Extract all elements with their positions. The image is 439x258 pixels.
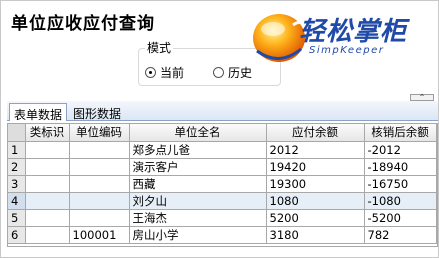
logo-subtitle: SimpKeeper [309,45,385,56]
mode-current-label: 当前 [160,66,185,80]
table-cell[interactable] [25,158,70,176]
column-header[interactable]: 单位编码 [69,124,130,142]
table-cell[interactable]: -18940 [364,158,437,176]
table-cell[interactable] [25,175,70,193]
table-cell[interactable] [69,192,130,210]
table-cell[interactable] [25,192,70,210]
radio-unchecked-icon [213,67,224,78]
table-cell[interactable] [25,209,70,227]
table-cell[interactable] [69,175,130,193]
row-number: 3 [8,175,26,193]
table-cell[interactable]: 演示客户 [129,158,267,176]
table-cell[interactable]: 782 [364,226,437,244]
row-number-header [8,124,26,142]
column-header[interactable]: 单位全名 [129,124,267,142]
mode-legend: 模式 [145,39,174,56]
table-cell[interactable]: -16750 [364,175,437,193]
page-title: 单位应收应付查询 [11,14,155,34]
column-header[interactable]: 应付余额 [266,124,365,142]
table-cell[interactable] [69,158,130,176]
table-cell[interactable] [25,226,70,244]
mode-current-radio[interactable]: 当前 [145,64,184,81]
table-cell[interactable]: -5200 [364,209,437,227]
tab-form-data[interactable]: 表单数据 [9,103,68,122]
column-header[interactable]: 类标识 [25,124,70,142]
query-window: 单位应收应付查询 模式 当前 历史 轻松掌柜 SimpKeeper ^ 表单数据… [0,0,439,258]
table-cell[interactable] [69,141,130,159]
table-cell[interactable]: 刘夕山 [129,192,267,210]
row-number: 6 [8,226,26,244]
table-cell[interactable]: 王海杰 [129,209,267,227]
logo-name: 轻松掌柜 [299,17,408,47]
table-cell[interactable]: -1080 [364,192,437,210]
radio-checked-icon [145,67,156,78]
table-cell[interactable]: 100001 [69,226,130,244]
table-row[interactable]: 1 郑多点儿爸 2012 -2012 [8,141,437,159]
tab-strip: 表单数据 图形数据 [7,101,438,122]
table-cell[interactable] [69,209,130,227]
table-cell[interactable]: 房山小学 [129,226,267,244]
table-cell[interactable]: 2012 [266,141,365,159]
collapse-button[interactable]: ^ [410,94,434,101]
table-header-row: 类标识 单位编码 单位全名 应付余额 核销后余额 [8,124,437,142]
table-row[interactable]: 5 王海杰 5200 -5200 [8,209,437,227]
table-cell[interactable]: 西藏 [129,175,267,193]
table-cell[interactable]: 19420 [266,158,365,176]
row-number: 5 [8,209,26,227]
table-cell[interactable]: 5200 [266,209,365,227]
table-row[interactable]: 2 演示客户 19420 -18940 [8,158,437,176]
row-number: 1 [8,141,26,159]
data-grid[interactable]: 类标识 单位编码 单位全名 应付余额 核销后余额 1 郑多点儿爸 2012 -2… [7,123,438,247]
table-cell[interactable]: 郑多点儿爸 [129,141,267,159]
row-number: 4 [8,192,26,210]
table-cell[interactable]: -2012 [364,141,437,159]
table-cell[interactable]: 19300 [266,175,365,193]
column-header[interactable]: 核销后余额 [364,124,437,142]
table-cell[interactable] [25,141,70,159]
result-table: 类标识 单位编码 单位全名 应付余额 核销后余额 1 郑多点儿爸 2012 -2… [8,124,437,244]
table-row[interactable]: 4 刘夕山 1080 -1080 [8,192,437,210]
table-row[interactable]: 6 100001 房山小学 3180 782 [8,226,437,244]
row-number: 2 [8,158,26,176]
table-cell[interactable]: 3180 [266,226,365,244]
table-row[interactable]: 3 西藏 19300 -16750 [8,175,437,193]
mode-history-radio[interactable]: 历史 [213,64,252,81]
tab-chart-data[interactable]: 图形数据 [69,103,125,121]
table-cell[interactable]: 1080 [266,192,365,210]
